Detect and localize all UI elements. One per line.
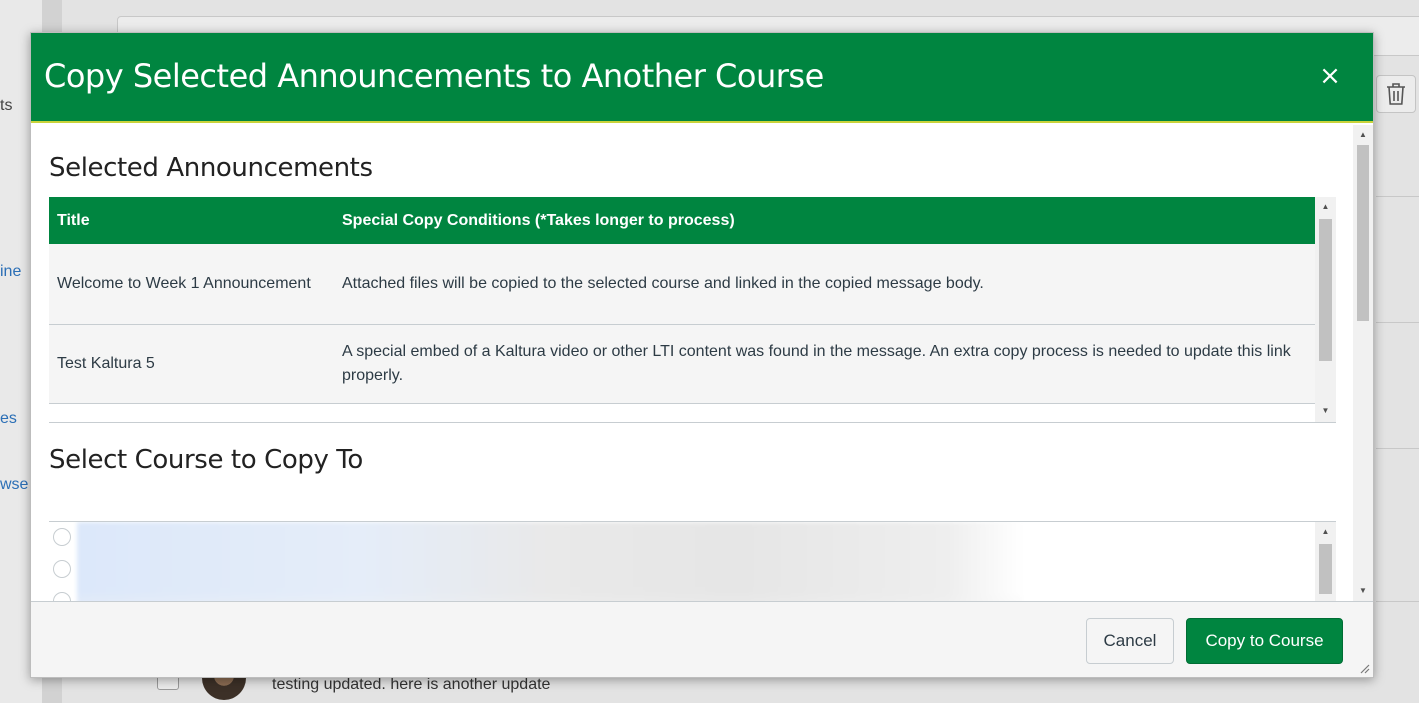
divider — [1376, 448, 1419, 449]
delete-button[interactable] — [1376, 75, 1416, 113]
selected-announcements-heading: Selected Announcements — [49, 153, 373, 183]
table-row: Test Kaltura 5 A special embed of a Kalt… — [49, 324, 1315, 404]
table-header-row: Title Special Copy Conditions (*Takes lo… — [49, 197, 1315, 244]
course-radio[interactable] — [53, 560, 71, 578]
resize-grip-icon[interactable] — [1358, 662, 1370, 674]
chevron-down-icon[interactable]: ▼ — [1353, 583, 1373, 599]
chevron-down-icon[interactable]: ▼ — [1315, 403, 1336, 419]
dialog-scrollbar[interactable]: ▲ ▼ — [1353, 125, 1373, 601]
selected-announcements-table-container: Title Special Copy Conditions (*Takes lo… — [49, 197, 1336, 423]
announcement-title: Welcome to Week 1 Announcement — [49, 244, 334, 325]
table-row: Welcome to Week 1 Announcement Attached … — [49, 244, 1315, 325]
course-radio[interactable] — [53, 592, 71, 601]
close-icon[interactable]: × — [1317, 63, 1343, 89]
dialog-body: Selected Announcements Title Special Cop… — [31, 125, 1353, 601]
redacted-course-names — [77, 522, 1023, 601]
table-scroll-thumb[interactable] — [1319, 219, 1332, 361]
course-scroll-thumb[interactable] — [1319, 544, 1332, 594]
dialog-footer: Cancel Copy to Course — [31, 601, 1373, 677]
trash-icon — [1387, 83, 1405, 105]
dialog-header: Copy Selected Announcements to Another C… — [31, 33, 1373, 123]
divider — [1376, 601, 1419, 602]
cancel-button[interactable]: Cancel — [1086, 618, 1174, 664]
copy-condition: Attached files will be copied to the sel… — [334, 244, 1315, 325]
nav-link-fragment[interactable]: ine — [0, 263, 21, 281]
copy-announcements-dialog: Copy Selected Announcements to Another C… — [30, 32, 1374, 678]
divider — [1376, 322, 1419, 323]
nav-link-fragment[interactable]: wse — [0, 476, 28, 494]
course-radio[interactable] — [53, 528, 71, 546]
selected-announcements-table: Title Special Copy Conditions (*Takes lo… — [49, 197, 1315, 404]
table-scrollbar[interactable]: ▲ ▼ — [1315, 197, 1336, 422]
column-header-title: Title — [49, 197, 334, 244]
course-list: ▲ — [49, 521, 1336, 601]
course-list-scrollbar[interactable]: ▲ — [1315, 522, 1336, 601]
announcement-preview-text: testing updated. here is another update — [272, 676, 551, 693]
announcement-title: Test Kaltura 5 — [49, 324, 334, 404]
chevron-up-icon[interactable]: ▲ — [1315, 199, 1336, 215]
divider — [1376, 196, 1419, 197]
select-course-heading: Select Course to Copy To — [49, 445, 363, 475]
nav-link-fragment[interactable]: es — [0, 410, 17, 428]
copy-condition: A special embed of a Kaltura video or ot… — [334, 324, 1315, 404]
column-header-conditions: Special Copy Conditions (*Takes longer t… — [334, 197, 1315, 244]
dialog-title: Copy Selected Announcements to Another C… — [44, 57, 824, 95]
nav-link-fragment[interactable]: ts — [0, 97, 12, 115]
chevron-up-icon[interactable]: ▲ — [1315, 524, 1336, 540]
chevron-up-icon[interactable]: ▲ — [1353, 127, 1373, 143]
dialog-scroll-thumb[interactable] — [1357, 145, 1369, 321]
copy-to-course-button[interactable]: Copy to Course — [1186, 618, 1343, 664]
